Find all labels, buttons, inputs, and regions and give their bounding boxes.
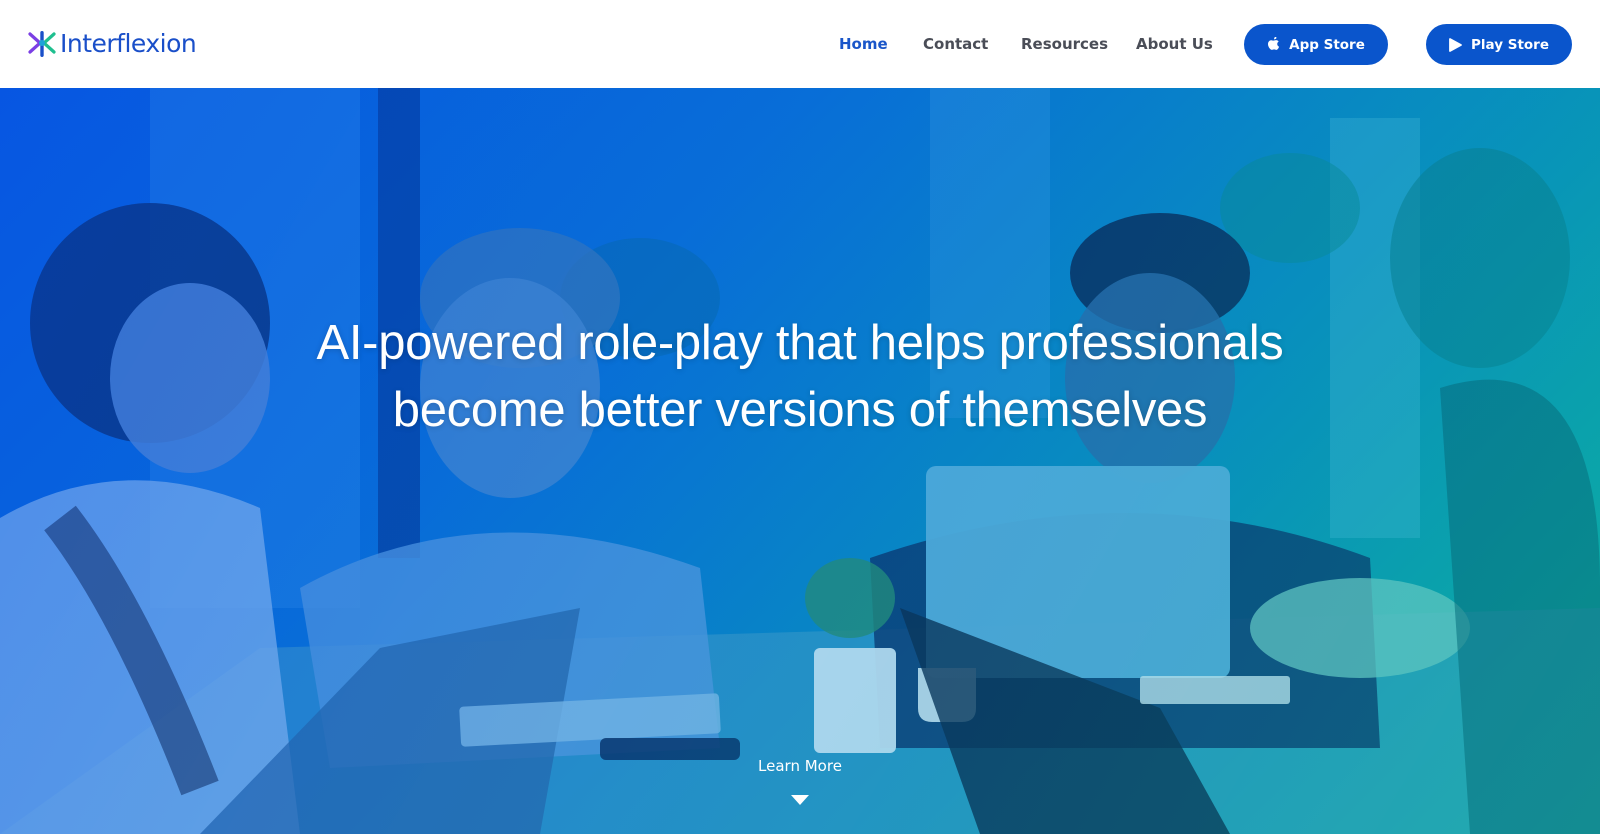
hero-color-overlay: [0, 88, 1600, 834]
learn-more-link[interactable]: Learn More: [700, 756, 900, 776]
nav-contact[interactable]: Contact: [923, 34, 988, 54]
nav-about-us[interactable]: About Us: [1136, 34, 1213, 54]
play-icon: [1449, 37, 1462, 52]
brand-logo[interactable]: Interflexion: [28, 26, 197, 62]
play-store-label: Play Store: [1471, 36, 1549, 53]
caret-down-icon[interactable]: [790, 794, 810, 806]
app-store-button[interactable]: App Store: [1244, 24, 1388, 65]
hero-headline: AI-powered role-play that helps professi…: [316, 316, 1284, 437]
site-header: Interflexion Home Contact Resources Abou…: [0, 0, 1600, 88]
interflexion-logo-icon: [28, 31, 56, 57]
app-store-label: App Store: [1289, 36, 1365, 53]
hero-section: AI-powered role-play that helps professi…: [0, 88, 1600, 834]
nav-home[interactable]: Home: [839, 34, 888, 54]
apple-icon: [1268, 37, 1280, 50]
nav-resources[interactable]: Resources: [1021, 34, 1108, 54]
play-store-button[interactable]: Play Store: [1426, 24, 1572, 65]
brand-name: Interflexion: [60, 29, 197, 58]
